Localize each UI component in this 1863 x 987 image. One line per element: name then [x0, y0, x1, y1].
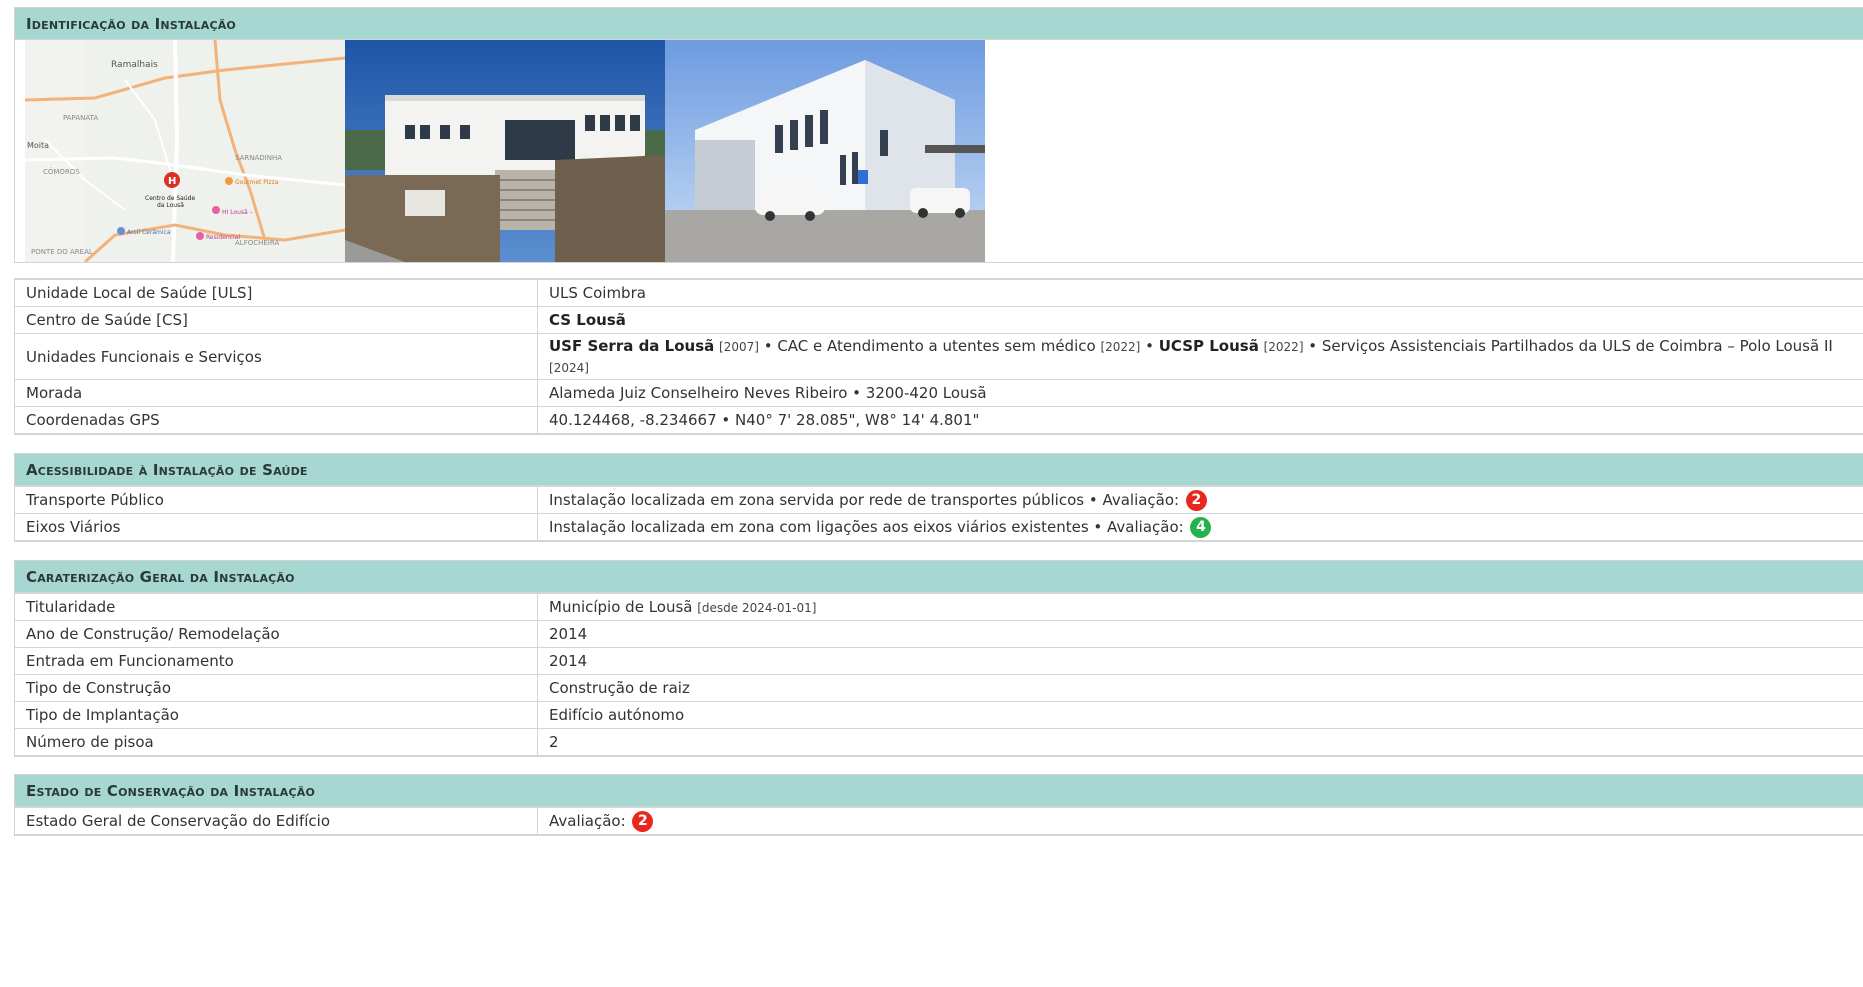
row-label: Unidades Funcionais e Serviços — [15, 333, 538, 380]
row-label: Tipo de Construção — [15, 674, 538, 702]
rating-badge: 2 — [632, 810, 654, 832]
map-label: Ramalhais — [111, 60, 158, 70]
map-label: Arcil Cerâmica — [127, 229, 171, 236]
row-value: Município de Lousã [desde 2024-01-01] — [537, 593, 1863, 621]
cac-text: • CAC e Atendimento a utentes sem médico — [758, 336, 1101, 355]
usf-name: USF Serra da Lousã — [549, 336, 715, 355]
section-caraterizacao: Caraterização Geral da Instalação Titula… — [14, 560, 1863, 757]
row-value: 40.124468, -8.234667 • N40° 7' 28.085", … — [537, 406, 1863, 434]
polo-text: • Serviços Assistenciais Partilhados da … — [1303, 336, 1833, 355]
row-label: Centro de Saúde [CS] — [15, 306, 538, 334]
building-photo-front[interactable] — [345, 40, 665, 262]
section-title-text: Identificação da Instalação — [26, 14, 236, 33]
separator: • — [1140, 336, 1159, 355]
table-row: Transporte Público Instalação localizada… — [15, 486, 1863, 514]
section-acessibilidade: Acessibilidade à Instalação de Saúde Tra… — [14, 453, 1863, 542]
table-row: Entrada em Funcionamento 2014 — [15, 647, 1863, 675]
table-row: Ano de Construção/ Remodelação 2014 — [15, 620, 1863, 648]
row-value-text: Avaliação: — [549, 811, 631, 830]
row-value-text: Instalação localizada em zona com ligaçõ… — [549, 517, 1189, 536]
table-row: Titularidade Município de Lousã [desde 2… — [15, 593, 1863, 621]
svg-text:Centro de Saúde: Centro de Saúde — [145, 195, 195, 202]
row-value: Avaliação: 2 — [537, 807, 1863, 835]
row-value: Edifício autónomo — [537, 701, 1863, 729]
section-title-text: Estado de Conservação da Instalação — [26, 781, 316, 800]
cac-year: [2022] — [1100, 339, 1141, 354]
row-label: Unidade Local de Saúde [ULS] — [15, 279, 538, 307]
row-value: Instalação localizada em zona servida po… — [537, 486, 1863, 514]
svg-text:da Lousã: da Lousã — [157, 202, 184, 209]
row-value: Instalação localizada em zona com ligaçõ… — [537, 513, 1863, 541]
table-row: Tipo de Implantação Edifício autónomo — [15, 701, 1863, 729]
row-label: Eixos Viários — [15, 513, 538, 541]
table-row: Morada Alameda Juiz Conselheiro Neves Ri… — [15, 379, 1863, 407]
svg-text:Residencial: Residencial — [206, 234, 240, 241]
polo-year: [2024] — [549, 360, 589, 375]
row-note: [desde 2024-01-01] — [697, 600, 817, 615]
row-value-text: Instalação localizada em zona servida po… — [549, 490, 1184, 509]
section-title: Caraterização Geral da Instalação — [15, 561, 1863, 593]
map-label: ALFOCHEIRA — [235, 239, 279, 247]
row-value: ULS Coimbra — [537, 279, 1863, 307]
map-label: PAPANATA — [63, 114, 98, 122]
row-value: CS Lousã — [537, 306, 1863, 334]
svg-text:H: H — [168, 176, 176, 187]
row-label: Titularidade — [15, 593, 538, 621]
usf-year: [2007] — [719, 339, 759, 354]
row-value: 2 — [537, 728, 1863, 756]
row-label: Transporte Público — [15, 486, 538, 514]
table-row: Coordenadas GPS 40.124468, -8.234667 • N… — [15, 406, 1863, 434]
row-value: Alameda Juiz Conselheiro Neves Ribeiro •… — [537, 379, 1863, 407]
section-identificacao: Identificação da Instalação Ramalhais PA… — [14, 7, 1863, 263]
table-row: Eixos Viários Instalação localizada em z… — [15, 513, 1863, 541]
section-title: Estado de Conservação da Instalação — [15, 775, 1863, 807]
map-label: SARNADINHA — [235, 154, 282, 162]
section-title: Acessibilidade à Instalação de Saúde — [15, 454, 1863, 486]
photo-gallery: Ramalhais PAPANATA Moita CÓMOROS SARNADI… — [15, 40, 1863, 262]
rating-badge: 2 — [1185, 489, 1207, 511]
table-row: Unidades Funcionais e Serviços USF Serra… — [15, 333, 1863, 380]
rating-badge: 4 — [1190, 516, 1212, 538]
section-title: Identificação da Instalação — [15, 8, 1863, 40]
building-photo-side[interactable] — [665, 40, 985, 262]
row-label: Estado Geral de Conservação do Edifício — [15, 807, 538, 835]
ucsp-name: UCSP Lousã — [1158, 336, 1259, 355]
page: Identificação da Instalação Ramalhais PA… — [0, 0, 1863, 987]
map-label: CÓMOROS — [43, 167, 80, 176]
row-label: Morada — [15, 379, 538, 407]
row-label: Tipo de Implantação — [15, 701, 538, 729]
row-label: Coordenadas GPS — [15, 406, 538, 434]
map-label: PONTE DO AREAL — [31, 248, 93, 256]
section-estado: Estado de Conservação da Instalação Esta… — [14, 774, 1863, 836]
table-row: Estado Geral de Conservação do Edifício … — [15, 807, 1863, 835]
row-value: 2014 — [537, 647, 1863, 675]
identificacao-table: Unidade Local de Saúde [ULS] ULS Coimbra… — [14, 278, 1863, 435]
section-title-text: Acessibilidade à Instalação de Saúde — [26, 460, 308, 479]
row-value: 2014 — [537, 620, 1863, 648]
row-label: Ano de Construção/ Remodelação — [15, 620, 538, 648]
row-label: Entrada em Funcionamento — [15, 647, 538, 675]
table-row: Tipo de Construção Construção de raiz — [15, 674, 1863, 702]
table-row: Número de pisoa 2 — [15, 728, 1863, 756]
section-title-text: Caraterização Geral da Instalação — [26, 567, 295, 586]
table-row: Centro de Saúde [CS] CS Lousã — [15, 306, 1863, 334]
map-label: Gourmet Pizza — [235, 179, 279, 186]
row-value: Construção de raiz — [537, 674, 1863, 702]
row-value: USF Serra da Lousã [2007] • CAC e Atendi… — [537, 333, 1863, 380]
svg-text:HI Lousã –: HI Lousã – — [222, 209, 253, 216]
map-label: Moita — [27, 141, 49, 150]
row-value-text: Município de Lousã — [549, 597, 698, 616]
row-label: Número de pisoa — [15, 728, 538, 756]
table-row: Unidade Local de Saúde [ULS] ULS Coimbra — [15, 279, 1863, 307]
ucsp-year: [2022] — [1263, 339, 1304, 354]
location-map[interactable]: Ramalhais PAPANATA Moita CÓMOROS SARNADI… — [25, 40, 345, 262]
